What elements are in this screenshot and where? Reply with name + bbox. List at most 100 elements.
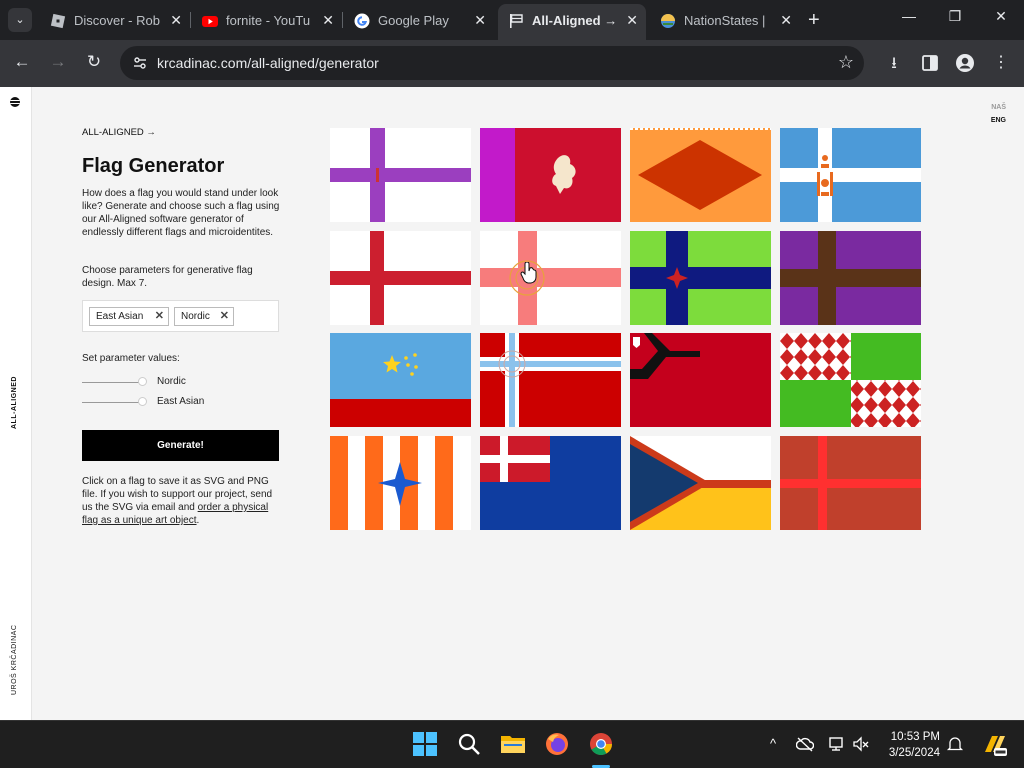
flag-red-black-chevron[interactable] [630,333,771,427]
east-asian-slider-handle[interactable] [138,397,147,406]
flag-dannebrog-blue[interactable] [480,436,621,530]
firefox-icon[interactable] [544,731,570,757]
side-panel-icon[interactable] [919,52,941,74]
flag-blue-soyombo[interactable] [780,128,921,222]
flag-checker-green[interactable] [780,333,921,427]
network-icon[interactable] [828,736,846,752]
flag-blue-stars[interactable] [330,333,471,427]
clock-date: 3/25/2024 [888,747,940,759]
search-icon[interactable] [456,731,482,757]
intro-text: How does a flag you would stand under lo… [82,188,280,238]
profile-icon[interactable] [954,52,976,74]
reload-icon[interactable]: ↻ [82,52,106,72]
flag-red-blue-cross[interactable] [480,333,621,427]
east-asian-slider-track[interactable] [82,402,142,403]
close-icon[interactable]: ✕ [474,12,486,29]
address-bar[interactable]: krcadinac.com/all-aligned/generator ☆ [120,46,864,80]
back-arrow-icon[interactable]: ← [10,52,34,72]
tab-title: Google Play [378,13,449,28]
east-asian-slider-label: East Asian [157,396,205,407]
tab-search-button[interactable]: ⌄ [8,8,32,32]
tab-nationstates[interactable]: NationStates | ✕ [650,6,800,36]
flag-image [780,436,921,530]
close-icon[interactable]: ✕ [626,12,638,29]
close-window-button[interactable]: ✕ [986,8,1016,25]
tab-divider [342,12,343,28]
tab-discover[interactable]: Discover - Rob ✕ [40,6,190,36]
flag-lion[interactable] [480,128,621,222]
menu-icon[interactable] [10,97,20,107]
flag-green-blue-cross[interactable] [630,231,771,325]
chevron-up-icon[interactable]: ^ [764,736,782,751]
flag-pink-cross-emblem[interactable] [480,231,621,325]
windows-start-icon[interactable] [412,731,438,757]
flag-blue-chevron-yellow[interactable] [630,436,771,530]
tab-title: Discover - Rob [74,13,160,28]
restore-button[interactable]: ❐ [940,8,970,25]
tag-label: East Asian [96,311,144,322]
copilot-pre-icon[interactable] [982,732,1008,758]
nordic-slider-label: Nordic [157,376,186,387]
tag-nordic: Nordic ✕ [174,307,234,326]
nordic-slider-handle[interactable] [138,377,147,386]
cloud-offline-icon[interactable] [796,736,814,752]
tab-title: NationStates | [684,13,766,28]
lang-eng[interactable]: ENG [991,117,1006,124]
remove-tag-icon[interactable]: ✕ [155,308,164,325]
tab-title: fornite - YouTu [226,13,311,28]
flag-image [480,128,621,222]
lang-nas[interactable]: NAŠ [991,104,1006,111]
flag-purple-brown-cross[interactable] [780,231,921,325]
tab-all-aligned[interactable]: All-Aligned → ✕ [498,4,646,40]
close-icon[interactable]: ✕ [322,12,334,29]
site-info-icon[interactable] [132,55,148,71]
generate-button[interactable]: Generate! [82,430,279,461]
flag-image [330,231,471,325]
minimize-button[interactable]: — [894,8,924,24]
remove-tag-icon[interactable]: ✕ [220,308,229,325]
volume-muted-icon[interactable] [852,736,870,752]
roblox-icon [50,13,66,29]
google-icon [354,13,370,29]
flag-image [330,128,471,222]
tag-east-asian: East Asian ✕ [89,307,169,326]
footer-end: . [196,515,200,526]
flag-image [480,333,621,427]
flag-image [630,128,771,222]
flag-image [480,436,621,530]
flag-brown-red-cross[interactable] [780,436,921,530]
nationstates-icon [661,14,675,28]
brand-link[interactable]: ALL-ALIGNED → [82,127,156,138]
system-clock[interactable]: 10:53 PM 3/25/2024 [884,729,940,761]
tab-youtube[interactable]: fornite - YouTu ✕ [192,6,342,36]
flag-image [330,333,471,427]
parameter-tag-input[interactable]: East Asian ✕ Nordic ✕ [82,300,279,332]
bookmark-star-icon[interactable]: ☆ [838,52,854,73]
browser-toolbar: ← → ↻ krcadinac.com/all-aligned/generato… [0,40,1024,87]
flag-icon [510,14,523,28]
download-icon[interactable]: ⭳ [883,52,905,74]
chrome-icon[interactable] [588,731,614,757]
windows-taskbar: ^ 10:53 PM 3/25/2024 [0,720,1024,768]
footer-text: Click on a flag to save it as SVG and PN… [82,475,282,527]
tab-google-play[interactable]: Google Play ✕ [344,6,494,36]
flag-image [330,436,471,530]
close-icon[interactable]: ✕ [780,12,792,29]
clock-time: 10:53 PM [890,731,940,743]
flag-image [630,333,771,427]
flag-orange-stripes-star[interactable] [330,436,471,530]
nordic-slider-track[interactable] [82,382,142,383]
flag-purple-cross[interactable] [330,128,471,222]
flag-orange-diamond[interactable] [630,128,771,222]
more-menu-icon[interactable]: ⋮ [990,52,1012,74]
file-explorer-icon[interactable] [500,731,526,757]
flag-image [780,333,921,427]
new-tab-button[interactable]: + [808,8,820,32]
left-sidebar: ALL-ALIGNED UROŠ KRČADINAC [0,87,32,720]
flag-red-cross[interactable] [330,231,471,325]
flag-image [480,231,621,325]
forward-arrow-icon[interactable]: → [46,52,70,72]
close-icon[interactable]: ✕ [170,12,182,29]
youtube-icon [202,16,218,27]
notification-bell-icon[interactable] [946,736,964,752]
